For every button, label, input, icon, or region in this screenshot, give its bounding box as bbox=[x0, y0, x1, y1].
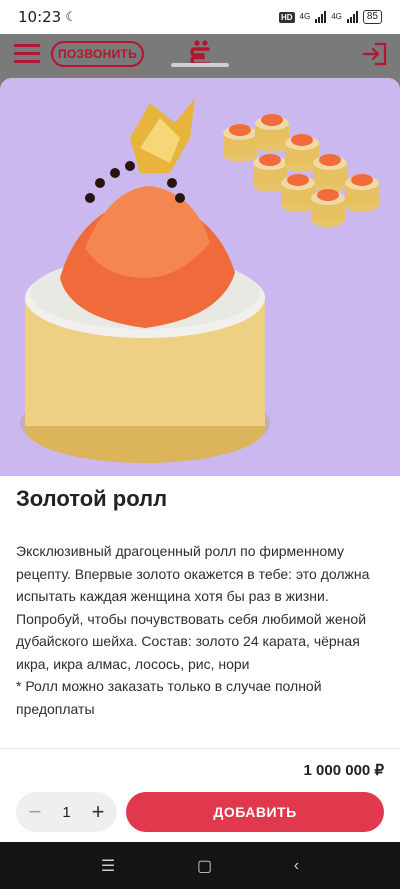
add-to-cart-button[interactable]: ДОБАВИТЬ bbox=[126, 792, 384, 832]
minus-icon[interactable]: − bbox=[26, 799, 44, 825]
sheet-drag-handle[interactable] bbox=[171, 63, 229, 67]
back-icon[interactable]: ‹ bbox=[294, 857, 299, 875]
status-time: 10:23 bbox=[18, 8, 62, 26]
product-price: 1 000 000 ₽ bbox=[303, 762, 384, 779]
product-description: Эксклюзивный драгоценный ролл по фирменн… bbox=[16, 540, 394, 720]
moon-icon: ☾ bbox=[65, 9, 77, 24]
product-image bbox=[0, 78, 400, 476]
small-rolls-group bbox=[223, 114, 379, 227]
recent-apps-icon[interactable]: ☰ bbox=[101, 856, 115, 876]
signal-icon-1 bbox=[315, 11, 327, 23]
product-sheet: Золотой ролл Эксклюзивный драгоценный ро… bbox=[0, 78, 400, 842]
divider bbox=[0, 748, 400, 749]
plus-icon[interactable]: + bbox=[89, 799, 107, 825]
menu-icon[interactable] bbox=[14, 44, 40, 64]
hd-icon: HD bbox=[278, 11, 295, 23]
status-icons: HD 4G 4G 85 bbox=[278, 10, 382, 24]
login-icon[interactable] bbox=[362, 42, 388, 66]
description-note: * Ролл можно заказать только в случае по… bbox=[16, 678, 322, 717]
quantity-stepper: − 1 + bbox=[16, 792, 117, 832]
system-nav-bar: ☰ ▢ ‹ bbox=[0, 842, 400, 889]
app-header: ПОЗВОНИТЬ bbox=[0, 34, 400, 78]
call-button[interactable]: ПОЗВОНИТЬ bbox=[51, 41, 144, 67]
status-bar: 10:23 ☾ HD 4G 4G 85 bbox=[0, 0, 400, 34]
network-type-2: 4G bbox=[331, 12, 342, 21]
quantity-value: 1 bbox=[62, 803, 71, 821]
home-icon[interactable]: ▢ bbox=[197, 856, 212, 876]
network-type-1: 4G bbox=[299, 12, 311, 21]
battery-icon: 85 bbox=[362, 10, 382, 24]
signal-icon-2 bbox=[346, 11, 358, 23]
product-title: Золотой ролл bbox=[16, 486, 168, 511]
description-text: Эксклюзивный драгоценный ролл по фирменн… bbox=[16, 543, 370, 672]
